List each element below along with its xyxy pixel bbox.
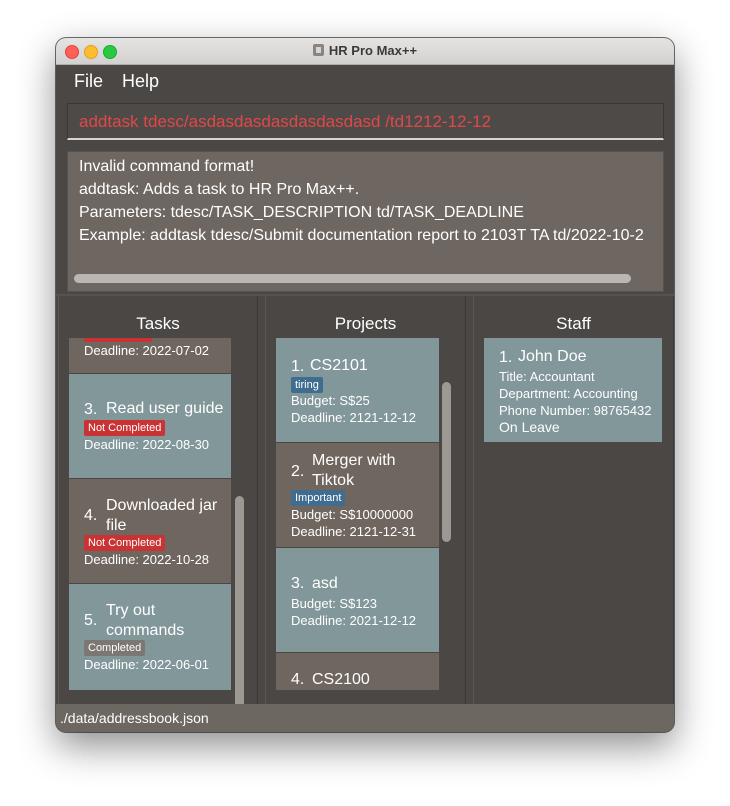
projects-scrollbar-thumb[interactable]: [442, 382, 451, 542]
staff-name: John Doe: [518, 348, 587, 365]
task-card[interactable]: 3. Read user guide Not Completed Deadlin…: [69, 374, 231, 478]
staff-title: Title: Accountant: [499, 369, 595, 384]
tasks-panel: Tasks Deadline: 2022-07-02 3. Read user …: [58, 296, 258, 724]
project-name: asd: [312, 575, 338, 592]
project-name: Merger with Tiktok: [312, 452, 396, 489]
app-icon: [312, 44, 324, 56]
project-card[interactable]: 1. CS2101 tiring Budget: S$25 Deadline: …: [276, 338, 439, 442]
result-horizontal-scrollbar[interactable]: [74, 274, 657, 284]
projects-panel-title: Projects: [334, 314, 397, 333]
title-bar: HR Pro Max++: [56, 38, 674, 65]
command-input[interactable]: addtask tdesc/asdasdasdasdasdasdasd /td1…: [79, 112, 491, 132]
project-deadline: Deadline: 2021-12-12: [291, 613, 417, 628]
tasks-scrollbar-thumb[interactable]: [235, 496, 244, 724]
task-deadline: Deadline: 2022-06-01: [84, 657, 210, 672]
status-bar: ./data/addressbook.json: [56, 704, 674, 732]
task-deadline: Deadline: 2022-08-30: [84, 437, 210, 452]
project-name: CS2100: [312, 671, 370, 688]
staff-panel-title: Staff: [556, 314, 591, 333]
task-deadline: Deadline: 2022-10-28: [84, 552, 210, 567]
task-card[interactable]: Deadline: 2022-07-02: [69, 338, 231, 373]
task-card[interactable]: 5. Try out commands Completed Deadline: …: [69, 584, 231, 690]
task-name: Downloaded jar file: [106, 497, 218, 534]
task-index: 3.: [84, 401, 98, 418]
menu-file[interactable]: File: [74, 71, 103, 92]
staff-card[interactable]: 1. John Doe Title: Accountant Department…: [484, 338, 662, 442]
task-name: Read user guide: [106, 400, 224, 417]
tasks-panel-title: Tasks: [136, 314, 180, 333]
project-index: 3.: [291, 575, 305, 592]
project-budget: Budget: S$123: [291, 596, 378, 611]
project-index: 2.: [291, 463, 305, 480]
project-tag: Important: [291, 490, 346, 506]
result-display: Invalid command format! addtask: Adds a …: [67, 151, 664, 292]
project-list[interactable]: 1. CS2101 tiring Budget: S$25 Deadline: …: [276, 338, 439, 690]
project-budget: Budget: S$25: [291, 393, 370, 408]
project-index: 4.: [291, 671, 305, 688]
task-status-tag: Not Completed: [84, 420, 166, 436]
projects-panel: Projects 1. CS2101 tiring Budget: S$25 D…: [265, 296, 466, 704]
result-scrollbar-thumb[interactable]: [74, 274, 631, 283]
project-name: CS2101: [310, 357, 368, 374]
task-deadline: Deadline: 2022-07-02: [84, 343, 210, 358]
save-location: ./data/addressbook.json: [60, 710, 209, 726]
app-window: HR Pro Max++ File Help addtask tdesc/asd…: [56, 38, 674, 732]
staff-department: Department: Accounting: [499, 386, 638, 401]
menu-bar: File Help: [56, 65, 674, 97]
result-line: Parameters: tdesc/TASK_DESCRIPTION td/TA…: [79, 204, 524, 221]
staff-phone: Phone Number: 98765432: [499, 403, 652, 418]
staff-leave-status: On Leave: [499, 419, 560, 435]
staff-list[interactable]: 1. John Doe Title: Accountant Department…: [484, 338, 663, 690]
project-card[interactable]: 2. Merger with Tiktok Important Budget: …: [276, 443, 439, 547]
task-index: 5.: [84, 612, 98, 629]
project-deadline: Deadline: 2121-12-12: [291, 410, 417, 425]
project-card[interactable]: 4. CS2100: [276, 653, 439, 690]
task-status-tag: Not Completed: [84, 535, 166, 551]
window-title: HR Pro Max++: [328, 43, 418, 58]
task-status-tag: Completed: [84, 640, 146, 656]
task-list[interactable]: Deadline: 2022-07-02 3. Read user guide …: [69, 338, 231, 690]
project-deadline: Deadline: 2121-12-31: [291, 524, 417, 539]
staff-panel: Staff 1. John Doe Title: Accountant Depa…: [473, 296, 674, 704]
project-budget: Budget: S$10000000: [291, 507, 414, 522]
result-line: Example: addtask tdesc/Submit documentat…: [79, 227, 644, 244]
menu-help[interactable]: Help: [122, 71, 159, 92]
task-status-tag: [84, 338, 152, 342]
result-line: addtask: Adds a task to HR Pro Max++.: [79, 181, 360, 198]
result-line: Invalid command format!: [79, 158, 255, 175]
task-name: Try out commands: [106, 602, 185, 639]
project-index: 1.: [291, 358, 305, 375]
task-index: 4.: [84, 507, 98, 524]
project-tag: tiring: [291, 377, 323, 393]
command-box[interactable]: addtask tdesc/asdasdasdasdasdasdasd /td1…: [67, 103, 664, 140]
project-card[interactable]: 3. asd Budget: S$123 Deadline: 2021-12-1…: [276, 548, 439, 652]
staff-index: 1.: [499, 349, 513, 366]
task-card[interactable]: 4. Downloaded jar file Not Completed Dea…: [69, 479, 231, 583]
